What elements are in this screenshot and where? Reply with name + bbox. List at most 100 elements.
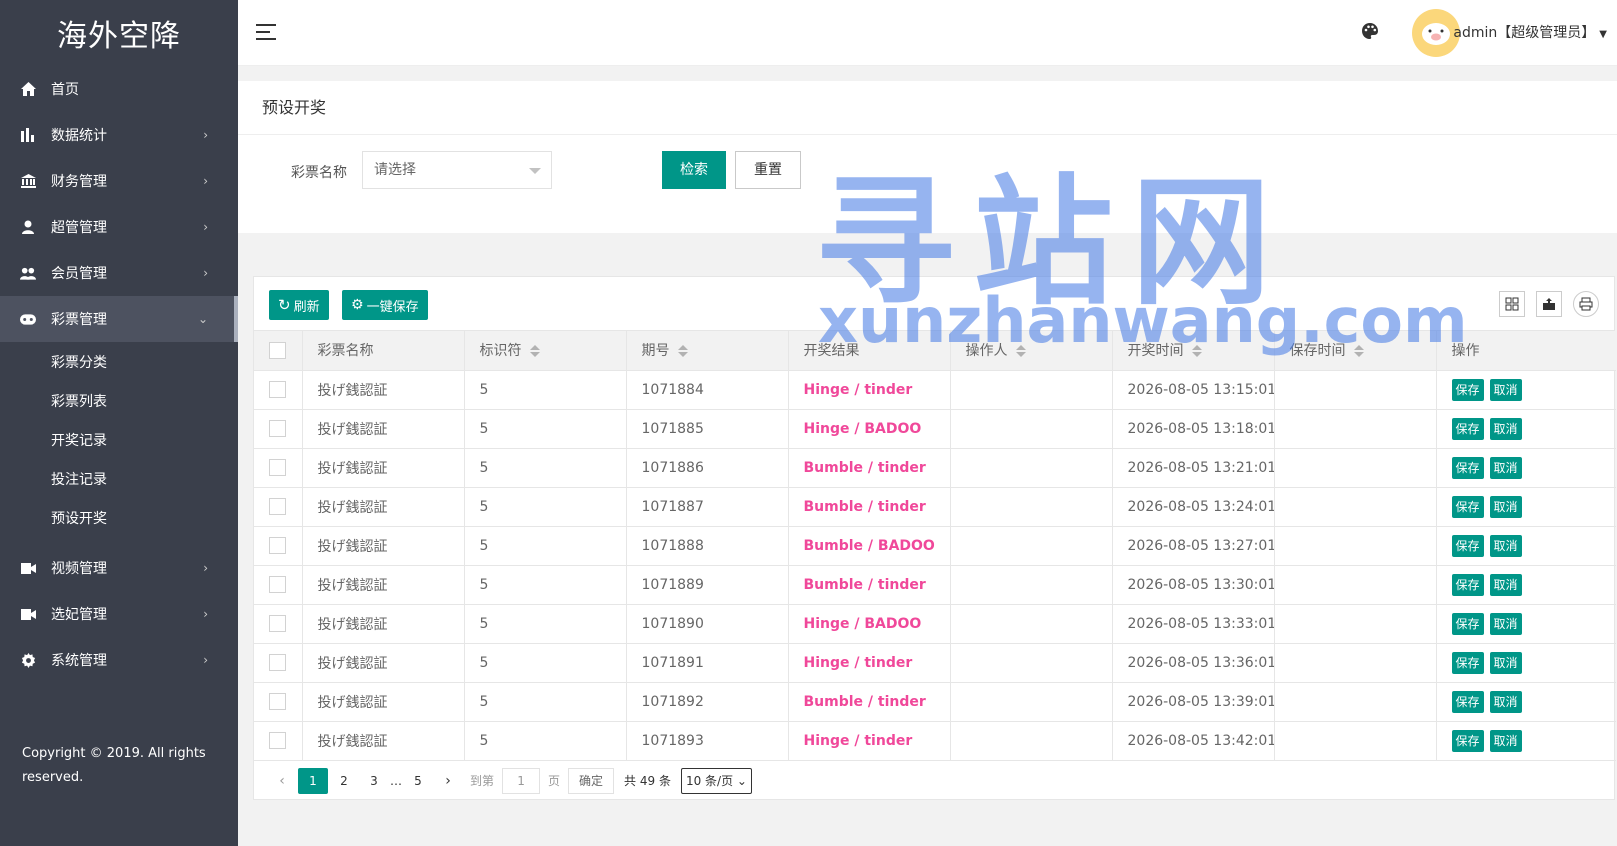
- refresh-button[interactable]: ↻ 刷新: [269, 290, 329, 320]
- columns-filter-icon[interactable]: [1499, 291, 1525, 317]
- row-checkbox[interactable]: [269, 576, 286, 593]
- column-header[interactable]: 保存时间: [1274, 331, 1437, 371]
- cell-issue: 1071886: [626, 448, 789, 488]
- save-button[interactable]: 保存: [1451, 690, 1484, 713]
- cell-operator: [950, 682, 1113, 722]
- sidebar-item-concubine[interactable]: 选妃管理 ›: [0, 591, 238, 637]
- cell-issue: 1071885: [626, 409, 789, 449]
- cell-operator: [950, 604, 1113, 644]
- column-header[interactable]: 期号: [626, 331, 789, 371]
- page-ellipsis: …: [390, 773, 402, 788]
- page-link[interactable]: 3: [360, 768, 388, 794]
- reset-button[interactable]: 重置: [735, 151, 801, 189]
- row-checkbox-cell[interactable]: [254, 487, 303, 527]
- select-all-checkbox[interactable]: [269, 341, 286, 359]
- sidebar-item-stats[interactable]: 数据统计 ›: [0, 112, 238, 158]
- cell-identifier: 5: [464, 487, 627, 527]
- row-checkbox[interactable]: [269, 537, 286, 554]
- select-all-checkbox-cell[interactable]: [254, 331, 303, 371]
- sidebar-item-members[interactable]: 会员管理 ›: [0, 250, 238, 296]
- column-header[interactable]: 操作人: [950, 331, 1113, 371]
- save-button[interactable]: 保存: [1451, 378, 1484, 401]
- row-checkbox[interactable]: [269, 693, 286, 710]
- save-button[interactable]: 保存: [1451, 456, 1484, 479]
- save-all-button[interactable]: ⚙ 一键保存: [342, 290, 428, 320]
- palette-icon[interactable]: [1361, 22, 1381, 42]
- sidebar-item-finance[interactable]: 财务管理 ›: [0, 158, 238, 204]
- sidebar-item-lottery[interactable]: 彩票管理 ⌄: [0, 296, 238, 342]
- cancel-button[interactable]: 取消: [1489, 495, 1522, 518]
- cancel-button[interactable]: 取消: [1489, 456, 1522, 479]
- row-checkbox-cell[interactable]: [254, 643, 303, 683]
- cell-result: Hinge / tinder: [788, 370, 951, 410]
- cancel-button[interactable]: 取消: [1489, 690, 1522, 713]
- page-link[interactable]: 2: [330, 768, 358, 794]
- cancel-button[interactable]: 取消: [1489, 573, 1522, 596]
- row-checkbox-cell[interactable]: [254, 526, 303, 566]
- row-checkbox[interactable]: [269, 459, 286, 476]
- page-size-select[interactable]: 10 条/页 ⌄: [680, 767, 752, 794]
- cell-result: Hinge / BADOO: [788, 409, 951, 449]
- sidebar-subitem-preset-draw[interactable]: 预设开奖: [0, 498, 238, 537]
- cell-operator: [950, 370, 1113, 410]
- sort-icon[interactable]: [1191, 345, 1202, 358]
- row-checkbox[interactable]: [269, 615, 286, 632]
- cancel-button[interactable]: 取消: [1489, 417, 1522, 440]
- page-link[interactable]: 5: [404, 768, 432, 794]
- row-checkbox-cell[interactable]: [254, 604, 303, 644]
- cancel-button[interactable]: 取消: [1489, 651, 1522, 674]
- search-button[interactable]: 检索: [662, 151, 726, 189]
- column-header[interactable]: 开奖时间: [1112, 331, 1275, 371]
- row-checkbox-cell[interactable]: [254, 370, 303, 410]
- row-checkbox-cell[interactable]: [254, 682, 303, 722]
- goto-page-input[interactable]: 1: [502, 767, 541, 794]
- row-checkbox[interactable]: [269, 498, 286, 515]
- save-button[interactable]: 保存: [1451, 417, 1484, 440]
- next-page-icon[interactable]: ›: [434, 768, 462, 794]
- save-button[interactable]: 保存: [1451, 651, 1484, 674]
- save-button[interactable]: 保存: [1451, 729, 1484, 752]
- goto-confirm-button[interactable]: 确定: [568, 767, 615, 794]
- row-checkbox-cell[interactable]: [254, 409, 303, 449]
- export-icon[interactable]: [1536, 291, 1562, 317]
- cancel-button[interactable]: 取消: [1489, 378, 1522, 401]
- print-icon[interactable]: [1573, 291, 1599, 317]
- cancel-button[interactable]: 取消: [1489, 729, 1522, 752]
- sort-icon[interactable]: [529, 345, 540, 358]
- row-checkbox[interactable]: [269, 732, 286, 749]
- sidebar-subitem-lottery-list[interactable]: 彩票列表: [0, 381, 238, 420]
- row-checkbox[interactable]: [269, 654, 286, 671]
- row-checkbox-cell[interactable]: [254, 565, 303, 605]
- save-button[interactable]: 保存: [1451, 573, 1484, 596]
- sidebar-item-video[interactable]: 视频管理 ›: [0, 545, 238, 591]
- sidebar-subitem-lottery-category[interactable]: 彩票分类: [0, 342, 238, 381]
- menu-toggle-icon[interactable]: [256, 24, 276, 40]
- sort-icon[interactable]: [1015, 345, 1026, 358]
- row-checkbox-cell[interactable]: [254, 448, 303, 488]
- sidebar-subitem-draw-records[interactable]: 开奖记录: [0, 420, 238, 459]
- sidebar-subitem-bet-records[interactable]: 投注记录: [0, 459, 238, 498]
- sidebar-item-system[interactable]: 系统管理 ›: [0, 637, 238, 683]
- column-header[interactable]: 标识符: [464, 331, 627, 371]
- user-menu[interactable]: admin【超级管理员】 ▼: [1453, 22, 1607, 42]
- page-current[interactable]: 1: [298, 767, 328, 794]
- lottery-name-select[interactable]: 请选择: [362, 151, 552, 189]
- cancel-button[interactable]: 取消: [1489, 534, 1522, 557]
- table-row: 投げ銭認証 5 1071887 Bumble / tinder 2026-08-05 1…: [254, 487, 1616, 527]
- prev-page-icon[interactable]: ‹: [268, 768, 296, 794]
- save-button[interactable]: 保存: [1451, 495, 1484, 518]
- sidebar-item-home[interactable]: 首页: [0, 66, 238, 112]
- sort-icon[interactable]: [677, 345, 688, 358]
- sidebar-item-admins[interactable]: 超管管理 ›: [0, 204, 238, 250]
- cell-draw-time: 2026-08-05 13:24:01: [1112, 487, 1275, 527]
- save-button[interactable]: 保存: [1451, 612, 1484, 635]
- cell-issue: 1071889: [626, 565, 789, 605]
- sort-icon[interactable]: [1353, 345, 1364, 358]
- row-checkbox-cell[interactable]: [254, 721, 303, 761]
- cell-actions: 保存 取消: [1436, 721, 1616, 761]
- row-checkbox[interactable]: [269, 381, 286, 398]
- row-checkbox[interactable]: [269, 420, 286, 437]
- cancel-button[interactable]: 取消: [1489, 612, 1522, 635]
- table-body: 投げ銭認証 5 1071884 Hinge / tinder 2026-08-05 13…: [254, 370, 1616, 761]
- save-button[interactable]: 保存: [1451, 534, 1484, 557]
